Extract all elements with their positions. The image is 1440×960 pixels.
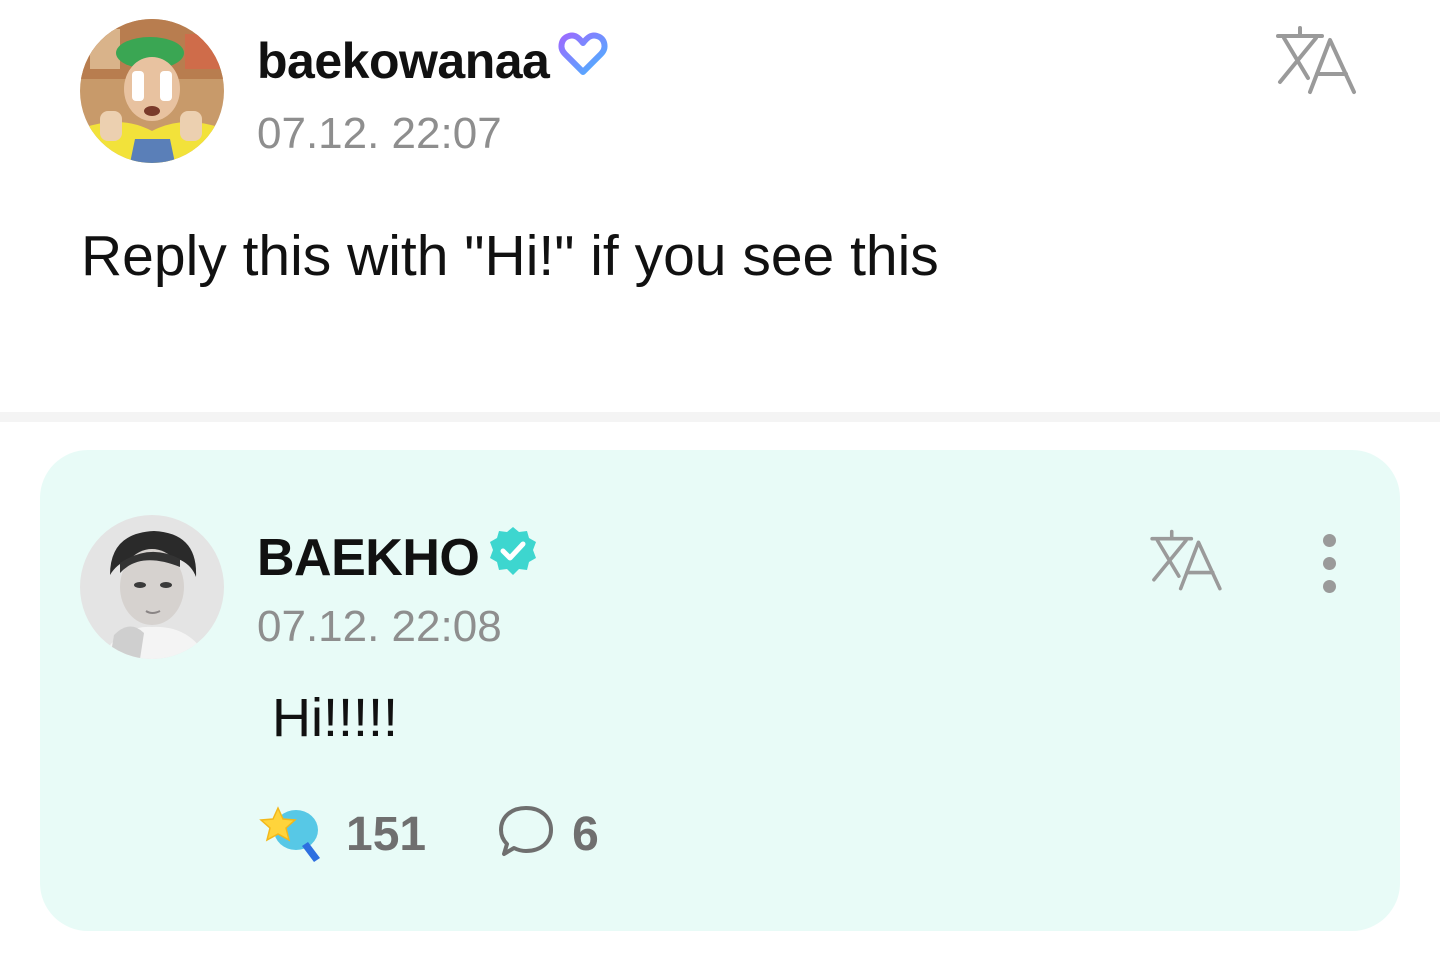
like-button[interactable]: 151 [258,802,426,867]
star-wand-like-icon [258,802,326,867]
comment-bubble-icon [496,802,556,867]
fan-username[interactable]: baekowanaa [257,30,609,91]
more-options-icon[interactable] [1315,530,1345,596]
fan-post: baekowanaa 07.12. 22:07 Reply this with … [0,0,1440,412]
reply-text: Hi!!!!! [272,688,399,748]
reply-timestamp: 07.12. 22:08 [257,602,502,651]
artist-reply-card: BAEKHO 07.12. 22:08 Hi!!!!! 151 6 [40,450,1400,931]
fan-avatar[interactable] [80,19,224,163]
artist-username-text: BAEKHO [257,528,480,587]
like-count: 151 [346,807,427,861]
translate-icon[interactable] [1145,528,1227,599]
fan-post-text: Reply this with "Hi!" if you see this [81,224,939,288]
translate-icon[interactable] [1270,24,1362,103]
comment-button[interactable]: 6 [496,802,599,867]
artist-username[interactable]: BAEKHO [257,525,539,590]
verified-badge-icon [487,525,539,590]
comment-count: 6 [572,807,599,861]
reply-actions: 151 6 [258,802,599,866]
fan-username-text: baekowanaa [257,32,550,89]
artist-avatar[interactable] [80,515,224,659]
section-divider [0,412,1440,422]
heart-membership-icon [557,30,609,91]
fan-post-timestamp: 07.12. 22:07 [257,109,502,158]
